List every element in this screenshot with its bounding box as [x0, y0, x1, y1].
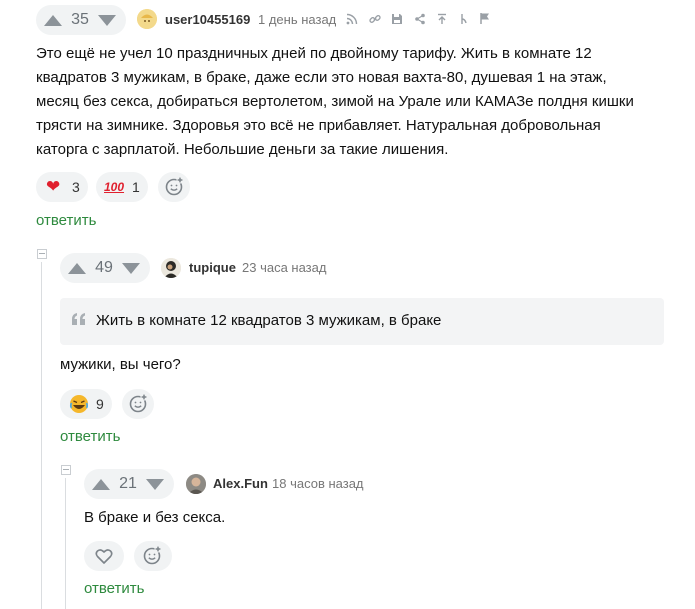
- hundred-points-icon: 100: [104, 180, 125, 194]
- branch-icon[interactable]: [458, 13, 470, 25]
- rating-count: 35: [71, 11, 89, 28]
- heart-outline-icon: [95, 549, 113, 564]
- quote-block: Жить в комнате 12 квадратов 3 мужикам, в…: [60, 298, 664, 345]
- quote-icon: [72, 313, 85, 325]
- comment-text: В браке и без секса.: [84, 509, 226, 526]
- reply-link[interactable]: ответить: [60, 428, 120, 445]
- avatar[interactable]: [186, 474, 206, 494]
- link-icon[interactable]: [369, 13, 381, 25]
- reaction-heart[interactable]: ❤ 3: [36, 172, 88, 202]
- rating-count: 49: [95, 259, 113, 276]
- rating-widget: 49: [60, 253, 150, 283]
- add-reaction-button[interactable]: [134, 541, 172, 571]
- avatar[interactable]: [161, 258, 181, 278]
- downvote-icon[interactable]: [98, 14, 116, 26]
- user-photo-icon: [186, 474, 206, 494]
- collapse-thread-button[interactable]: [37, 249, 47, 259]
- report-flag-icon[interactable]: [479, 12, 491, 25]
- comment-text: Это ещё не учел 10 праздничных дней по д…: [36, 45, 634, 158]
- comment-time[interactable]: 1 день назад: [258, 12, 336, 27]
- add-reaction-button[interactable]: [122, 389, 154, 419]
- add-emoji-icon: [129, 393, 148, 413]
- upvote-icon[interactable]: [68, 262, 86, 274]
- reply-link[interactable]: ответить: [84, 580, 144, 597]
- reply-link[interactable]: ответить: [36, 212, 96, 229]
- collapse-thread-button[interactable]: [61, 465, 71, 475]
- thread-line: [41, 262, 42, 609]
- comment-time[interactable]: 23 часа назад: [242, 260, 326, 275]
- rss-icon[interactable]: [346, 13, 358, 25]
- reaction-laughing[interactable]: 9: [60, 389, 112, 419]
- downvote-icon[interactable]: [122, 262, 140, 274]
- username[interactable]: user10455169: [165, 12, 250, 27]
- upvote-icon[interactable]: [44, 14, 62, 26]
- like-reaction-button[interactable]: [84, 541, 124, 571]
- avatar[interactable]: [137, 9, 157, 29]
- thread-line: [65, 478, 66, 609]
- reaction-count: 9: [96, 396, 104, 412]
- pin-top-icon[interactable]: [436, 13, 448, 25]
- rating-widget: 21: [84, 469, 174, 499]
- user-photo-icon: [161, 258, 181, 278]
- username[interactable]: Alex.Fun: [213, 476, 268, 491]
- add-emoji-icon: [143, 545, 162, 565]
- add-emoji-icon: [165, 176, 184, 196]
- user-face-icon: [137, 9, 157, 29]
- rating-count: 21: [119, 475, 137, 492]
- username[interactable]: tupique: [189, 260, 236, 275]
- downvote-icon[interactable]: [146, 478, 164, 490]
- quote-text: Жить в комнате 12 квадратов 3 мужикам, в…: [96, 312, 442, 329]
- reaction-count: 3: [72, 179, 80, 195]
- save-icon[interactable]: [391, 13, 403, 25]
- reaction-count: 1: [132, 179, 140, 195]
- heart-icon: ❤: [46, 177, 61, 196]
- upvote-icon[interactable]: [92, 478, 110, 490]
- share-icon[interactable]: [414, 13, 426, 25]
- add-reaction-button[interactable]: [158, 172, 190, 202]
- comment-text: мужики, вы чего?: [60, 356, 181, 373]
- comment-time[interactable]: 18 часов назад: [272, 476, 364, 491]
- rating-widget: 35: [36, 5, 126, 35]
- laughing-face-icon: [69, 395, 89, 413]
- reaction-hundred[interactable]: 100 1: [96, 172, 148, 202]
